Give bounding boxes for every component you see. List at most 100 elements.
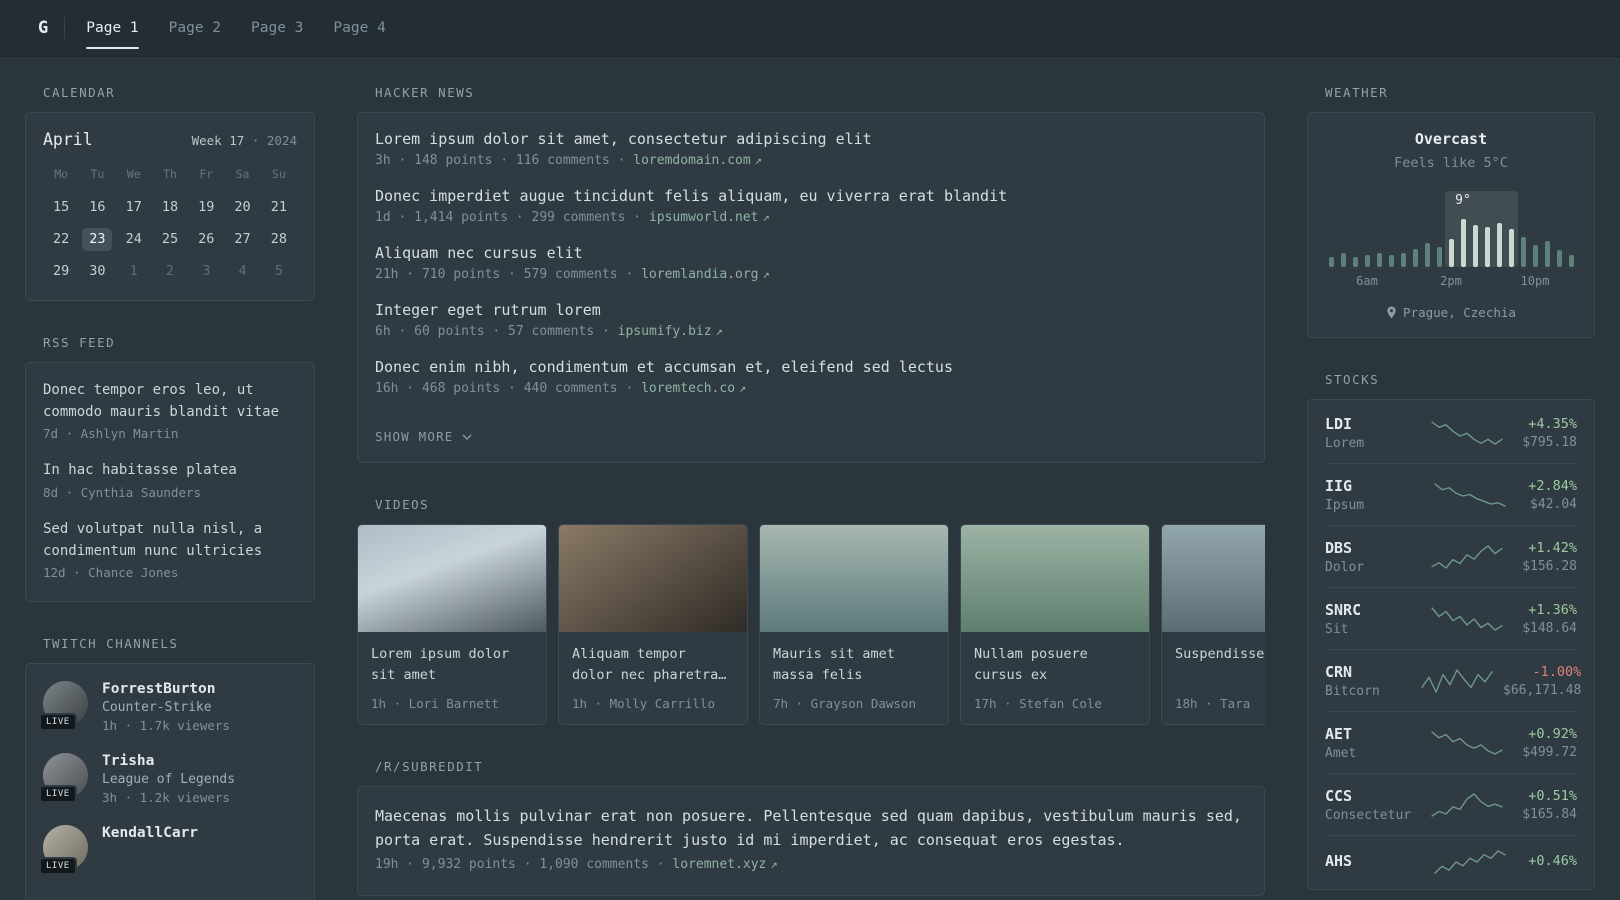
stock-price: $499.72 — [1522, 745, 1577, 760]
video-card[interactable]: Suspendisse diam 18h · Tara — [1161, 524, 1265, 725]
stock-symbol[interactable]: SNRC — [1325, 601, 1411, 619]
hn-item-title[interactable]: Integer eget rutrum lorem — [375, 301, 1247, 319]
video-card[interactable]: Nullam posuere cursus ex 17h · Stefan Co… — [960, 524, 1150, 725]
stock-symbol[interactable]: LDI — [1325, 415, 1411, 433]
stock-symbol[interactable]: AHS — [1325, 852, 1411, 870]
weather-bar — [1472, 225, 1478, 267]
twitch-channel[interactable]: LIVE ForrestBurton Counter-Strike 1h · 1… — [39, 681, 297, 733]
video-carousel: Lorem ipsum dolor sit amet consectetu… 1… — [357, 524, 1265, 725]
channel-name[interactable]: KendallCarr — [102, 825, 198, 841]
hn-item-title[interactable]: Lorem ipsum dolor sit amet, consectetur … — [375, 130, 1247, 148]
video-title[interactable]: Aliquam tempor dolor nec pharetra… — [572, 644, 734, 686]
calendar-separator: · — [251, 133, 260, 148]
stock-name: Amet — [1325, 746, 1357, 761]
video-thumbnail[interactable] — [358, 525, 546, 632]
channel-category[interactable]: League of Legends — [102, 772, 235, 787]
stock-row[interactable]: IIG Ipsum +2.84% $42.04 — [1325, 463, 1577, 525]
hn-show-more-button[interactable]: SHOW MORE — [375, 429, 472, 444]
rss-item-title[interactable]: In hac habitasse platea — [43, 460, 297, 482]
page-tab[interactable]: Page 2 — [154, 0, 236, 57]
video-title[interactable]: Nullam posuere cursus ex — [974, 644, 1136, 686]
channel-name[interactable]: Trisha — [102, 753, 235, 769]
stock-symbol[interactable]: DBS — [1325, 539, 1411, 557]
stock-row[interactable]: AHS +0.46% — [1325, 835, 1577, 887]
hn-item-source-link[interactable]: loremdomain.com ↗ — [633, 153, 762, 168]
hn-item-source-link[interactable]: ipsumworld.net ↗ — [649, 210, 770, 225]
calendar-year: 2024 — [266, 133, 297, 148]
video-card[interactable]: Lorem ipsum dolor sit amet consectetu… 1… — [357, 524, 547, 725]
channel-avatar[interactable]: LIVE — [39, 681, 88, 732]
rss-item-title[interactable]: Sed volutpat nulla nisl, a condimentum n… — [43, 519, 297, 562]
hn-item-meta: 16h · 468 points · 440 comments · loremt… — [375, 381, 1247, 396]
stock-row[interactable]: DBS Dolor +1.42% $156.28 — [1325, 525, 1577, 587]
weather-bar — [1376, 253, 1382, 267]
stock-row[interactable]: LDI Lorem +4.35% $795.18 — [1325, 402, 1577, 463]
reddit-post-title[interactable]: Maecenas mollis pulvinar erat non posuer… — [375, 804, 1247, 852]
weather-feels-like: Feels like 5°C — [1394, 155, 1508, 171]
twitch-channel[interactable]: LIVE Trisha League of Legends 3h · 1.2k … — [39, 753, 297, 806]
video-title[interactable]: Mauris sit amet massa felis — [773, 644, 935, 686]
channel-avatar[interactable]: LIVE — [39, 753, 88, 804]
video-thumbnail[interactable] — [961, 525, 1149, 632]
page-tab[interactable]: Page 1 — [71, 0, 153, 57]
calendar-day: 30 — [79, 259, 115, 283]
right-column: WEATHER Overcast Feels like 5°C 9° 6am 2p… — [1307, 85, 1595, 900]
channel-avatar[interactable]: LIVE — [39, 825, 88, 876]
weather-chart: 9° — [1328, 191, 1574, 267]
stock-row[interactable]: AET Amet +0.92% $499.72 — [1325, 711, 1577, 773]
stock-row[interactable]: CRN Bitcorn -1.00% $66,171.48 — [1325, 649, 1581, 711]
hn-item-title[interactable]: Donec imperdiet augue tincidunt felis al… — [375, 187, 1247, 205]
live-status-badge: LIVE — [39, 713, 77, 732]
page-tab[interactable]: Page 4 — [318, 0, 400, 57]
reddit-post-source-link[interactable]: loremnet.xyz ↗ — [672, 857, 777, 872]
external-link-icon: ↗ — [762, 210, 770, 224]
calendar-day: 23 — [79, 227, 115, 251]
video-body: Aliquam tempor dolor nec pharetra… 1h · … — [559, 632, 747, 724]
hn-item-source-link[interactable]: loremtech.co ↗ — [641, 381, 746, 396]
calendar-day-number: 15 — [53, 198, 70, 215]
hn-item-source-link[interactable]: ipsumify.biz ↗ — [618, 324, 723, 339]
video-title[interactable]: Lorem ipsum dolor sit amet consectetu… — [371, 644, 533, 686]
show-more-label: SHOW MORE — [375, 429, 454, 444]
hn-item-stats: 21h · 710 points · 579 comments · — [375, 267, 634, 282]
hn-item-title[interactable]: Aliquam nec cursus elit — [375, 244, 1247, 262]
app-logo[interactable]: G — [34, 18, 64, 38]
video-thumbnail[interactable] — [760, 525, 948, 632]
calendar-day-number: 3 — [202, 262, 211, 279]
rss-item-title[interactable]: Donec tempor eros leo, ut commodo mauris… — [43, 380, 297, 423]
calendar-weekday: Su — [271, 167, 286, 181]
stock-row[interactable]: CCS Consectetur +0.51% $165.84 — [1325, 773, 1577, 835]
video-thumbnail[interactable] — [559, 525, 747, 632]
subreddit-widget-label: /R/SUBREDDIT — [375, 759, 484, 774]
page-tab[interactable]: Page 3 — [236, 0, 318, 57]
stock-symbol[interactable]: CCS — [1325, 787, 1411, 805]
video-card[interactable]: Aliquam tempor dolor nec pharetra… 1h · … — [558, 524, 748, 725]
stock-symbol[interactable]: AET — [1325, 725, 1411, 743]
channel-category[interactable]: Counter-Strike — [102, 700, 230, 715]
hn-item-title[interactable]: Donec enim nibh, condimentum et accumsan… — [375, 358, 1247, 376]
stock-values: +4.35% $795.18 — [1522, 416, 1577, 450]
external-link-icon: ↗ — [754, 153, 762, 167]
calendar-day-number: 25 — [161, 230, 179, 247]
external-link-icon: ↗ — [770, 857, 778, 871]
channel-name[interactable]: ForrestBurton — [102, 681, 230, 697]
stock-symbol[interactable]: CRN — [1325, 663, 1411, 681]
calendar-widget-label: CALENDAR — [43, 85, 116, 100]
calendar-day-grid: 15 16 17 18 19 20 21 22 23 24 25 26 27 2… — [43, 195, 297, 283]
stock-sparkline — [1433, 850, 1506, 874]
stock-row[interactable]: SNRC Sit +1.36% $148.64 — [1325, 587, 1577, 649]
calendar-day: 21 — [261, 195, 297, 219]
twitch-channel[interactable]: LIVE KendallCarr — [39, 825, 297, 876]
stock-name: Consectetur — [1325, 808, 1412, 823]
external-link-icon: ↗ — [739, 381, 747, 395]
channel-viewers: 3h · 1.2k viewers — [102, 790, 230, 806]
stock-identity: CCS Consectetur — [1325, 787, 1411, 823]
video-thumbnail[interactable] — [1162, 525, 1265, 632]
video-meta: 18h · Tara — [1175, 696, 1251, 711]
hn-item-source-link[interactable]: loremlandia.org ↗ — [641, 267, 770, 282]
video-meta: 17h · Stefan Cole — [974, 696, 1102, 711]
video-title[interactable]: Suspendisse diam — [1175, 644, 1265, 686]
video-card[interactable]: Mauris sit amet massa felis 7h · Grayson… — [759, 524, 949, 725]
stock-symbol[interactable]: IIG — [1325, 477, 1411, 495]
stock-identity: LDI Lorem — [1325, 415, 1411, 451]
